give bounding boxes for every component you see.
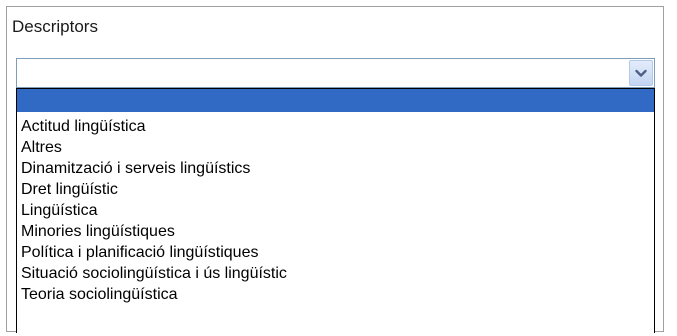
descriptors-option-list[interactable]: Actitud lingüística Altres Dinamització …	[16, 88, 655, 333]
option-politica-planificacio[interactable]: Política i planificació lingüístiques	[17, 242, 654, 263]
option-teoria-sociolinguistica[interactable]: Teoria sociolingüística	[17, 284, 654, 305]
option-minories-linguistiques[interactable]: Minories lingüístiques	[17, 221, 654, 242]
chevron-down-icon	[635, 69, 647, 77]
descriptors-panel: Descriptors Actitud lingüística Altres D…	[6, 6, 664, 333]
descriptors-select[interactable]	[16, 58, 655, 88]
option-actitud-linguistica[interactable]: Actitud lingüística	[17, 116, 654, 137]
option-empty[interactable]	[17, 89, 654, 112]
descriptors-label: Descriptors	[12, 17, 98, 36]
dropdown-toggle-button[interactable]	[629, 60, 653, 86]
option-situacio-sociolinguistica[interactable]: Situació sociolingüística i ús lingüísti…	[17, 263, 654, 284]
option-linguistica[interactable]: Lingüística	[17, 200, 654, 221]
option-dret-linguistic[interactable]: Dret lingüístic	[17, 179, 654, 200]
option-dinamitzacio[interactable]: Dinamització i serveis lingüístics	[17, 158, 654, 179]
option-altres[interactable]: Altres	[17, 137, 654, 158]
